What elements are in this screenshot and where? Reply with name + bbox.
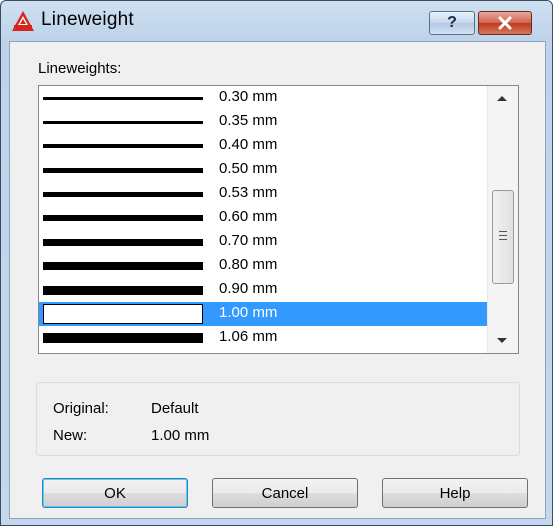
lineweight-sample <box>43 136 203 156</box>
lineweight-dialog: Lineweight ? Lineweights: 0.30 mm 0.35 mm… <box>0 0 553 526</box>
lineweight-item[interactable]: 0.90 mm <box>39 278 487 302</box>
lineweight-line <box>43 96 203 100</box>
lineweights-listbox[interactable]: 0.30 mm 0.35 mm 0.40 mm 0.50 mm 0.53 mm 0.60 … <box>38 85 519 354</box>
lineweight-line <box>43 238 203 246</box>
lineweight-sample <box>43 232 203 252</box>
cancel-button[interactable]: Cancel <box>212 478 358 508</box>
help-caption-button[interactable]: ? <box>429 11 475 35</box>
dialog-body: Lineweights: 0.30 mm 0.35 mm 0.40 mm 0.50 m… <box>9 41 546 519</box>
lineweight-info-group: Original: Default New: 1.00 mm <box>36 382 520 456</box>
lineweight-item[interactable]: 0.70 mm <box>39 230 487 254</box>
lineweight-value: 0.80 mm <box>219 256 278 273</box>
scroll-down-arrow-icon[interactable] <box>497 338 507 343</box>
lineweight-value: 1.06 mm <box>219 328 278 345</box>
lineweight-line <box>43 262 203 270</box>
lineweight-sample <box>43 328 203 348</box>
lineweight-value: 1.00 mm <box>219 304 278 321</box>
lineweight-value: 0.40 mm <box>219 136 278 153</box>
lineweight-value: 0.53 mm <box>219 184 278 201</box>
lineweight-value: 0.70 mm <box>219 232 278 249</box>
lineweight-value: 0.30 mm <box>219 88 278 105</box>
original-label: Original: <box>53 400 109 417</box>
lineweight-item[interactable]: 0.30 mm <box>39 86 487 110</box>
lineweight-item[interactable]: 0.50 mm <box>39 158 487 182</box>
original-value: Default <box>151 400 199 417</box>
lineweight-line <box>43 120 203 124</box>
lineweight-sample <box>43 256 203 276</box>
lineweight-line <box>43 167 203 173</box>
lineweight-value: 0.60 mm <box>219 208 278 225</box>
lineweight-line <box>43 191 203 197</box>
lineweight-line <box>43 285 203 295</box>
lineweight-sample <box>43 208 203 228</box>
lineweight-item[interactable]: 0.80 mm <box>39 254 487 278</box>
lineweights-label: Lineweights: <box>38 60 122 77</box>
window-title: Lineweight <box>41 9 134 30</box>
lineweight-item[interactable]: 0.60 mm <box>39 206 487 230</box>
grip-line <box>499 235 507 236</box>
lineweight-item[interactable]: 1.00 mm <box>39 302 487 326</box>
autocad-logo-icon <box>12 11 34 31</box>
lineweight-sample <box>43 88 203 108</box>
close-icon <box>498 16 512 30</box>
lineweight-item[interactable]: 0.35 mm <box>39 110 487 134</box>
grip-line <box>499 239 507 240</box>
close-button[interactable] <box>478 11 532 35</box>
ok-button[interactable]: OK <box>42 478 188 508</box>
vertical-scrollbar[interactable] <box>487 86 518 353</box>
lineweight-value: 0.35 mm <box>219 112 278 129</box>
lineweight-value: 0.50 mm <box>219 160 278 177</box>
lineweight-sample <box>43 112 203 132</box>
lineweight-item[interactable]: 0.40 mm <box>39 134 487 158</box>
question-mark-icon: ? <box>447 14 457 31</box>
lineweight-item[interactable]: 0.53 mm <box>39 182 487 206</box>
lineweight-item[interactable]: 1.06 mm <box>39 326 487 350</box>
new-label: New: <box>53 427 88 444</box>
lineweights-list: 0.30 mm 0.35 mm 0.40 mm 0.50 mm 0.53 mm 0.60 … <box>39 86 487 350</box>
lineweight-sample <box>43 160 203 180</box>
lineweight-line <box>43 215 203 221</box>
lineweight-line <box>43 144 203 148</box>
help-button[interactable]: Help <box>382 478 528 508</box>
new-value: 1.00 mm <box>151 427 210 444</box>
lineweight-line <box>43 333 203 343</box>
lineweight-sample <box>43 304 203 324</box>
scroll-up-arrow-icon[interactable] <box>497 96 507 101</box>
lineweight-sample <box>43 184 203 204</box>
lineweight-value: 0.90 mm <box>219 280 278 297</box>
title-bar[interactable]: Lineweight ? <box>1 1 552 41</box>
grip-line <box>499 231 507 232</box>
lineweight-sample <box>43 280 203 300</box>
scroll-thumb[interactable] <box>492 190 514 284</box>
